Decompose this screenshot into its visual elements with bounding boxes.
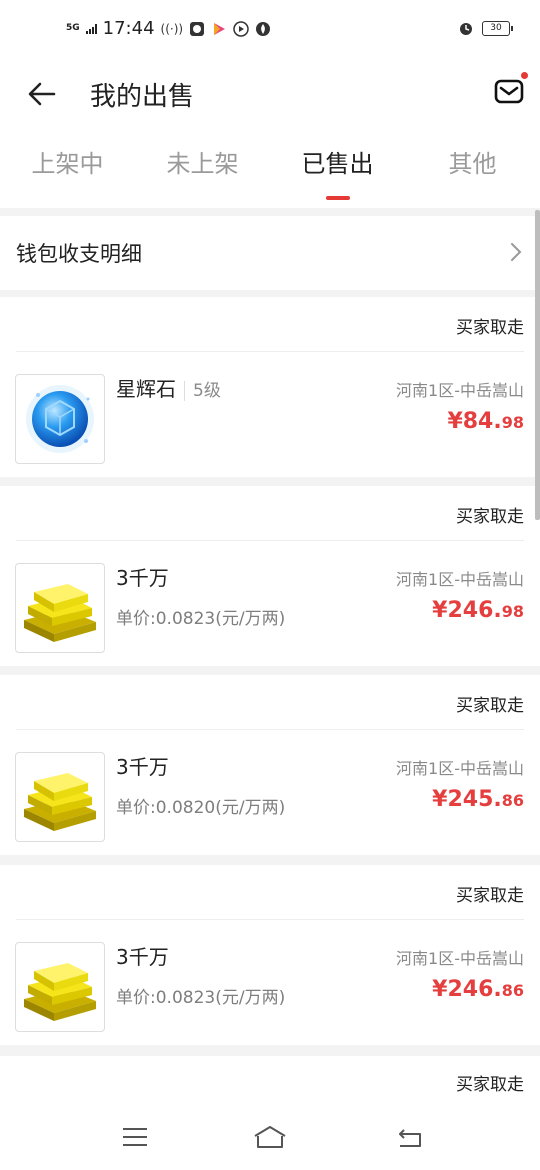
item-thumbnail[interactable] xyxy=(15,374,105,464)
price-decimal: 98 xyxy=(501,413,524,432)
price-integer: 84. xyxy=(462,409,502,434)
server-name: 河南1区-中岳嵩山 xyxy=(396,949,524,968)
order-status: 买家取走 xyxy=(456,886,524,906)
system-nav-bar xyxy=(0,1106,540,1170)
order-status: 买家取走 xyxy=(456,696,524,716)
price-decimal: 98 xyxy=(501,602,524,621)
server-name: 河南1区-中岳嵩山 xyxy=(396,381,524,400)
item-thumbnail[interactable] xyxy=(15,942,105,1032)
server-name: 河南1区-中岳嵩山 xyxy=(396,759,524,778)
order-status: 买家取走 xyxy=(456,507,524,527)
item-level: 5级 xyxy=(184,381,221,401)
status-time: 17:44 xyxy=(102,18,155,39)
chevron-right-icon xyxy=(511,243,522,261)
play-icon xyxy=(233,20,249,37)
unit-price: 单价:0.0823(元/万两) xyxy=(116,988,286,1008)
signal-icon xyxy=(85,23,97,34)
price-integer: 246. xyxy=(447,977,502,1002)
order-card[interactable]: 买家取走 3千万 单价:0.0823(元/万两) 河南1区-中岳嵩山 ¥246.… xyxy=(0,486,540,666)
item-name: 3千万 xyxy=(116,566,169,590)
divider xyxy=(16,729,524,730)
wallet-details-label: 钱包收支明细 xyxy=(16,242,142,266)
unit-price: 单价:0.0820(元/万两) xyxy=(116,798,286,818)
currency-symbol: ¥ xyxy=(432,598,448,623)
hotspot-icon: ((·)) xyxy=(160,21,184,36)
item-name-text: 星辉石 xyxy=(116,377,176,401)
tab-unlisted[interactable]: 未上架 xyxy=(135,130,270,208)
tab-bar: 上架中 未上架 已售出 其他 xyxy=(0,130,540,208)
order-card[interactable]: 买家取走 xyxy=(0,1056,540,1106)
currency-symbol: ¥ xyxy=(447,409,463,434)
item-thumbnail[interactable] xyxy=(15,752,105,842)
price-decimal: 86 xyxy=(501,791,524,810)
battery-icon: 30 xyxy=(482,20,513,36)
order-card[interactable]: 买家取走 3千万 单价:0.0823(元/万两) 河南1区-中岳嵩山 ¥246.… xyxy=(0,865,540,1045)
status-bar: 5G 17:44 ((·)) 30 xyxy=(0,0,540,60)
mail-icon[interactable] xyxy=(494,76,524,106)
blue-gem-image xyxy=(26,385,94,453)
menu-icon[interactable] xyxy=(120,1124,150,1150)
item-name: 3千万 xyxy=(116,755,169,779)
order-status: 买家取走 xyxy=(456,318,524,338)
divider xyxy=(16,351,524,352)
back-nav-icon[interactable] xyxy=(396,1124,426,1150)
order-price: ¥246.98 xyxy=(432,598,524,623)
tab-sold[interactable]: 已售出 xyxy=(270,130,405,208)
divider xyxy=(16,919,524,920)
wallet-details-row[interactable]: 钱包收支明细 xyxy=(0,216,540,290)
qq-icon xyxy=(190,21,205,36)
tab-listed[interactable]: 上架中 xyxy=(0,130,135,208)
item-thumbnail[interactable] xyxy=(15,563,105,653)
server-name: 河南1区-中岳嵩山 xyxy=(396,570,524,589)
gold-bars-image xyxy=(24,963,96,1021)
currency-symbol: ¥ xyxy=(432,977,448,1002)
back-arrow-icon[interactable] xyxy=(26,78,58,110)
tab-other[interactable]: 其他 xyxy=(405,130,540,208)
price-decimal: 86 xyxy=(501,981,524,1000)
gold-bars-image xyxy=(24,773,96,831)
network-type: 5G xyxy=(66,23,80,33)
item-name: 星辉石 5级 xyxy=(116,373,221,402)
price-integer: 246. xyxy=(447,598,502,623)
order-price: ¥84.98 xyxy=(447,409,524,434)
order-price: ¥245.86 xyxy=(432,787,524,812)
alarm-icon xyxy=(460,23,472,35)
price-integer: 245. xyxy=(447,787,502,812)
page-title: 我的出售 xyxy=(90,82,195,112)
home-icon[interactable] xyxy=(252,1124,288,1150)
notification-dot xyxy=(521,72,528,79)
fire-icon xyxy=(256,21,271,36)
gold-bars-image xyxy=(24,584,96,642)
order-card[interactable]: 买家取走 3千万 单价:0.0820(元/万两) 河南1区-中岳嵩山 ¥245.… xyxy=(0,675,540,855)
divider xyxy=(16,540,524,541)
unit-price: 单价:0.0823(元/万两) xyxy=(116,609,286,629)
currency-symbol: ¥ xyxy=(432,787,448,812)
item-name: 3千万 xyxy=(116,945,169,969)
scrollbar[interactable] xyxy=(535,210,540,520)
order-card[interactable]: 买家取走 星辉石 5级 河南1区-中岳嵩山 ¥84.98 xyxy=(0,297,540,477)
app-header: 我的出售 xyxy=(0,60,540,130)
order-status: 买家取走 xyxy=(456,1075,524,1095)
video-icon xyxy=(214,22,226,35)
order-price: ¥246.86 xyxy=(432,977,524,1002)
